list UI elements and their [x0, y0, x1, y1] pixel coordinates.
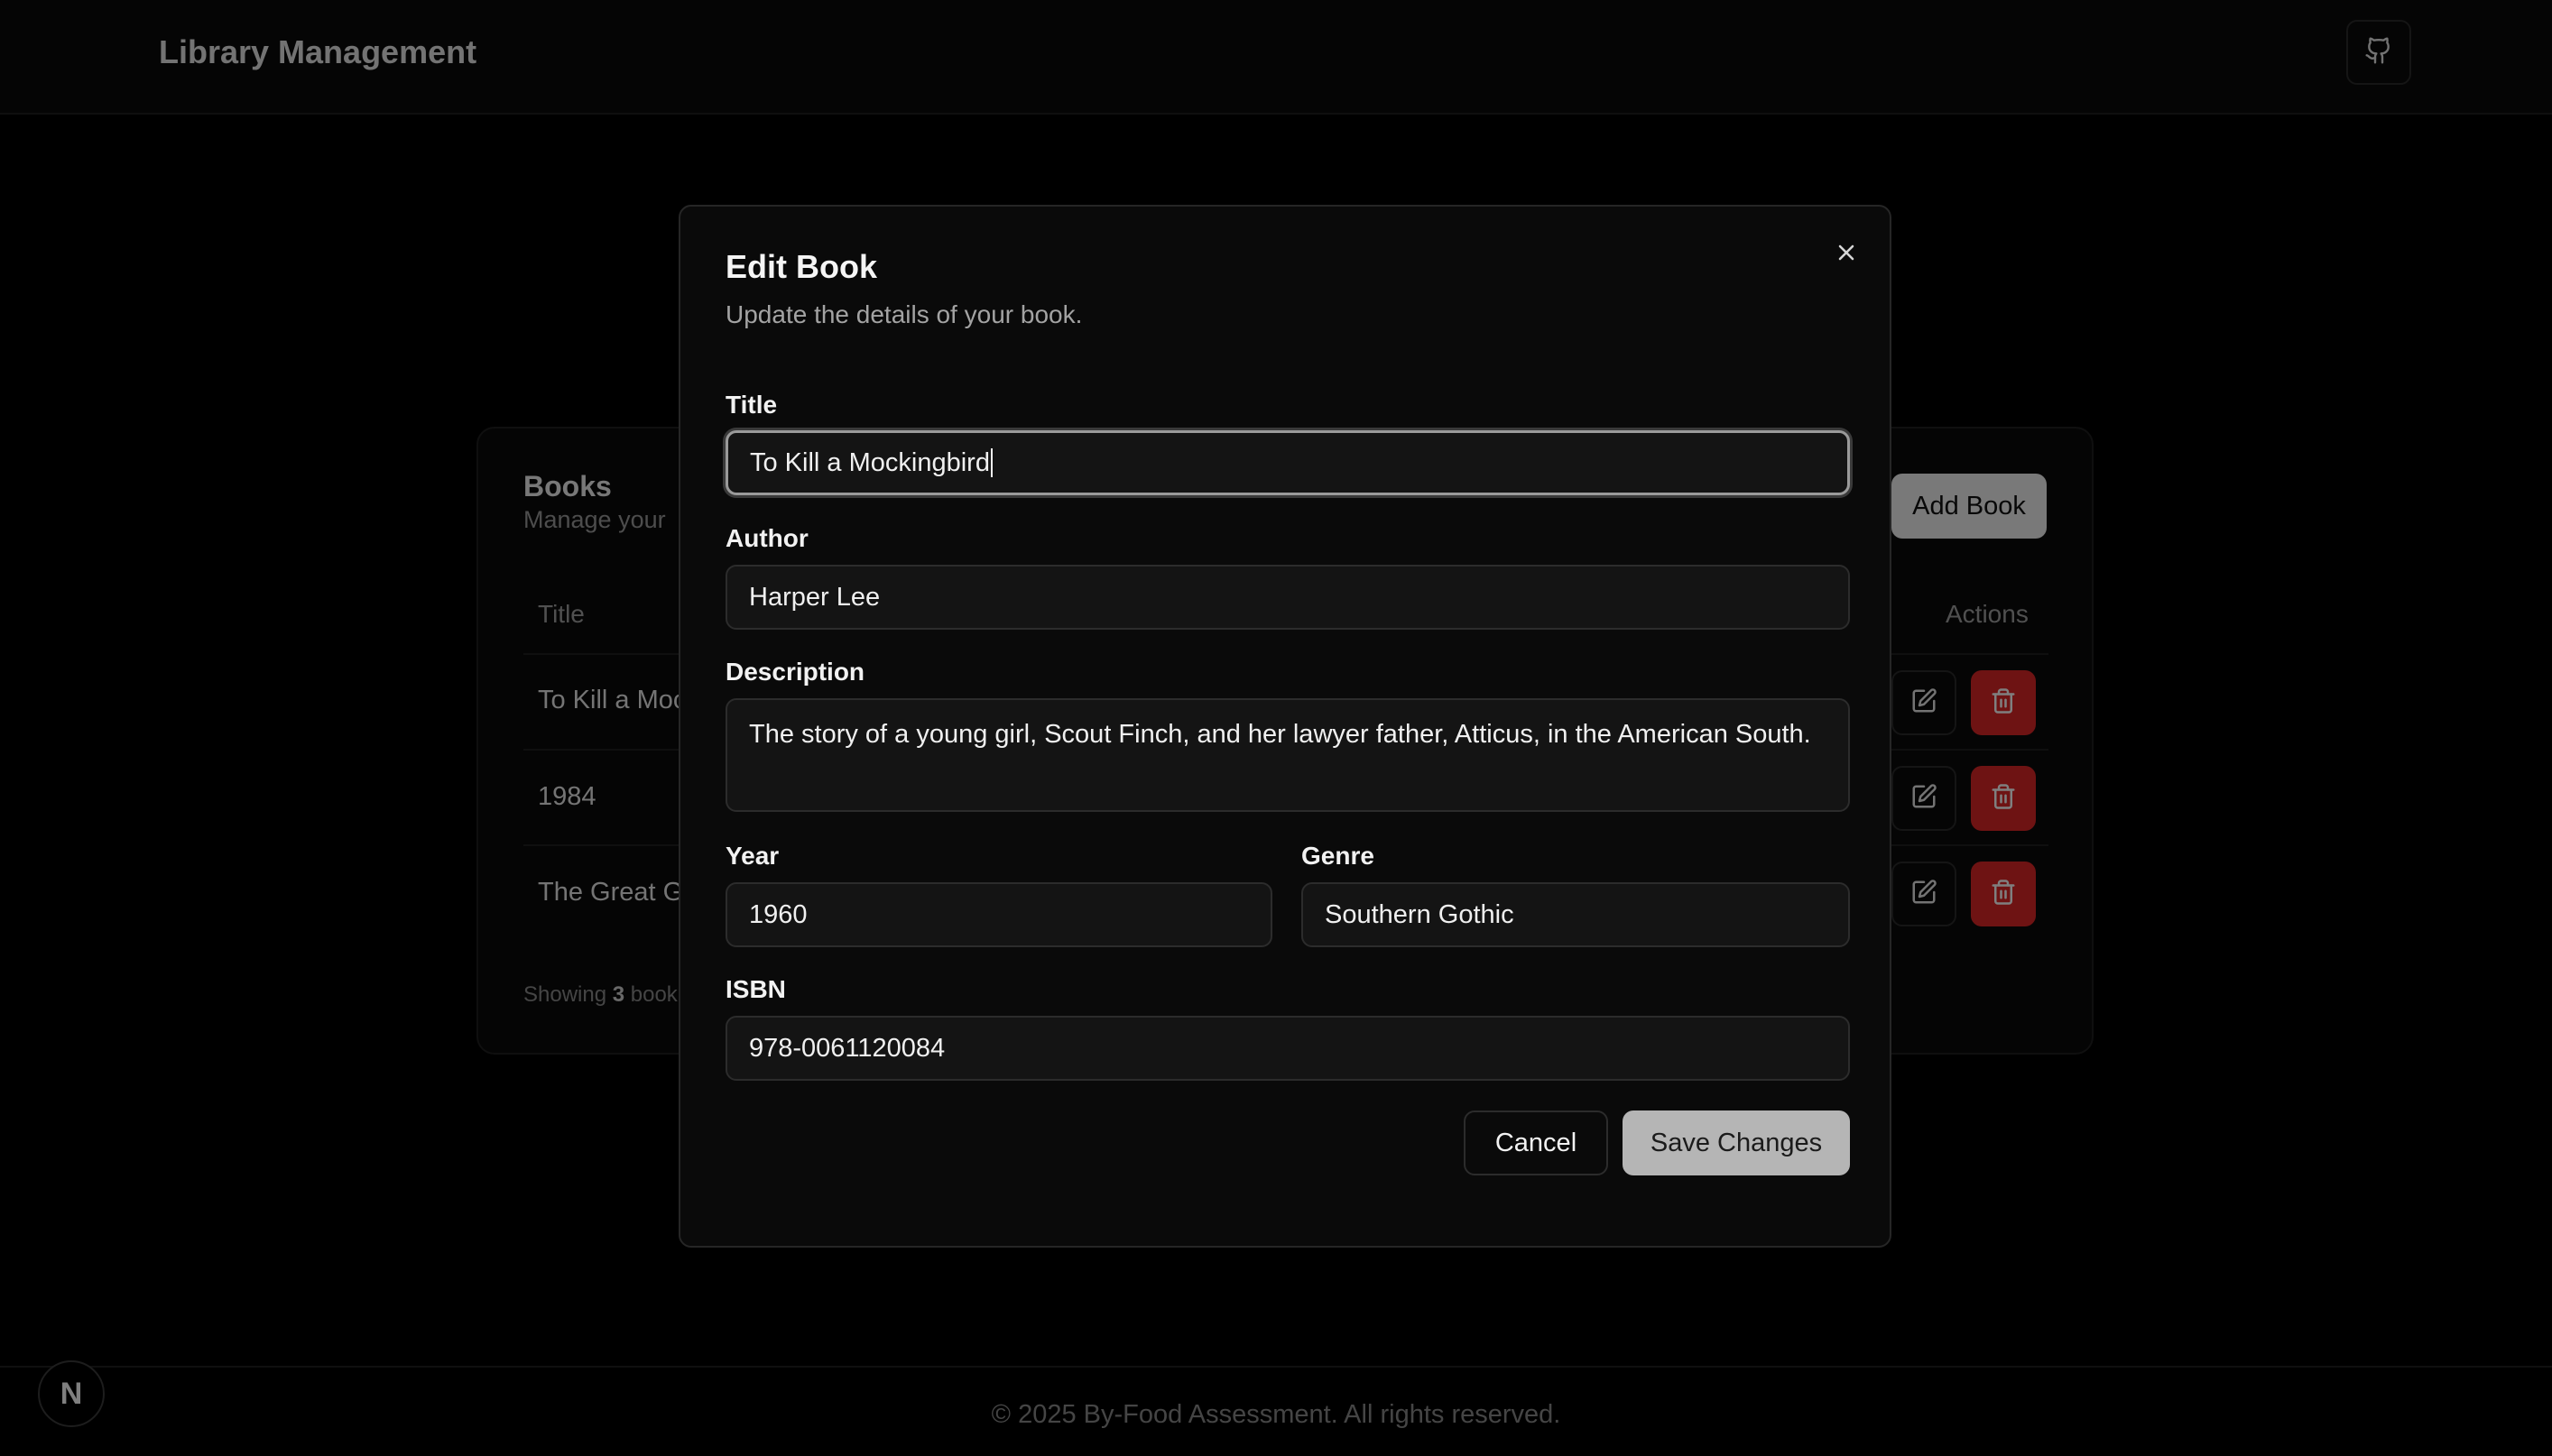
save-changes-button[interactable]: Save Changes [1623, 1110, 1850, 1175]
author-input[interactable]: Harper Lee [726, 565, 1850, 630]
text-caret [990, 448, 993, 477]
title-input[interactable]: To Kill a Mockingbird [726, 430, 1850, 495]
dialog-title: Edit Book [726, 248, 877, 285]
dialog-description: Update the details of your book. [726, 300, 1083, 328]
genre-label: Genre [1301, 842, 1374, 870]
close-icon [1834, 240, 1859, 271]
isbn-label: ISBN [726, 975, 786, 1003]
edit-book-dialog: Edit Book Update the details of your boo… [679, 205, 1891, 1248]
genre-input[interactable]: Southern Gothic [1301, 882, 1850, 947]
title-label: Title [726, 391, 778, 419]
year-label: Year [726, 842, 780, 870]
title-input-value: To Kill a Mockingbird [750, 447, 990, 477]
description-label: Description [726, 658, 865, 686]
author-label: Author [726, 524, 809, 552]
cancel-button[interactable]: Cancel [1464, 1110, 1608, 1175]
isbn-input[interactable]: 978-0061120084 [726, 1016, 1850, 1081]
close-dialog-button[interactable] [1828, 237, 1864, 273]
description-textarea[interactable]: The story of a young girl, Scout Finch, … [726, 698, 1850, 812]
year-input[interactable]: 1960 [726, 882, 1272, 947]
